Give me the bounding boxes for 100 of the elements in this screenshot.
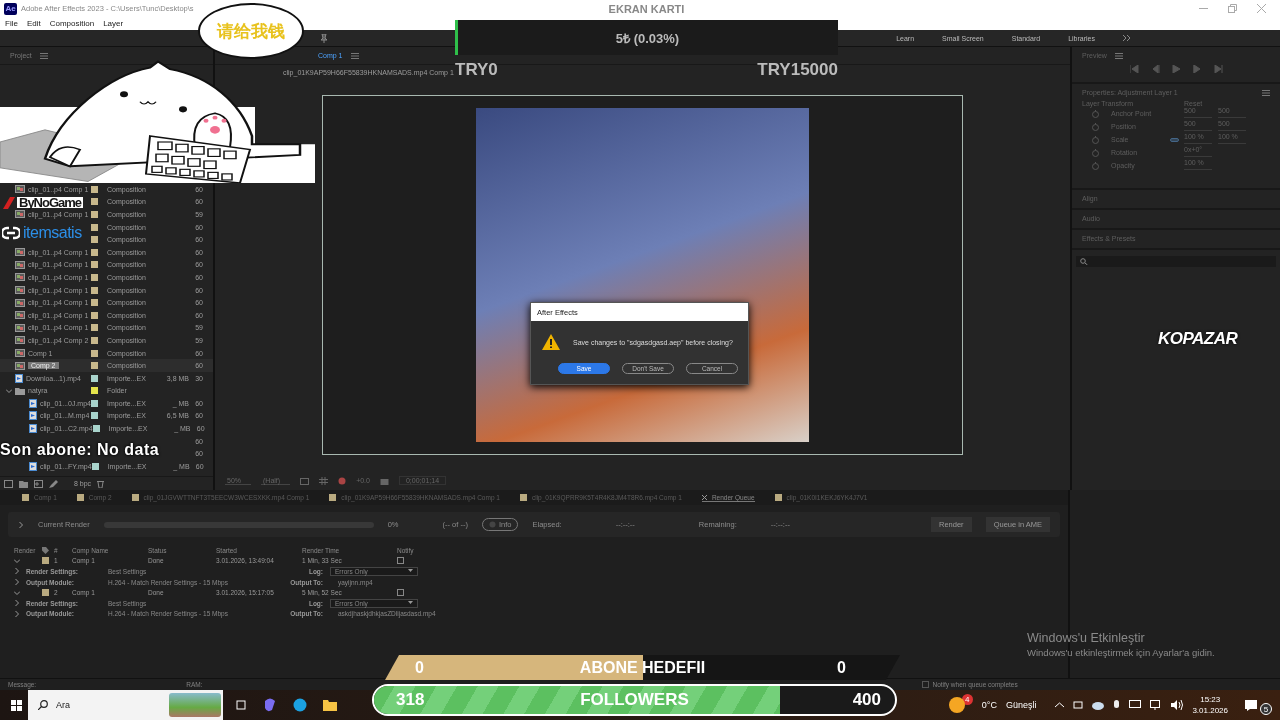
grid-icon[interactable] xyxy=(319,476,329,485)
composition-icon xyxy=(15,298,25,307)
close-icon[interactable] xyxy=(701,494,707,500)
label-swatch xyxy=(329,494,337,501)
panel-menu-icon[interactable] xyxy=(1114,52,1123,59)
pen-icon[interactable] xyxy=(49,479,58,488)
overlay-title: EKRAN KARTI xyxy=(607,3,686,15)
footage-icon xyxy=(29,424,37,434)
next-frame-icon[interactable] xyxy=(1192,65,1202,73)
interpret-icon[interactable] xyxy=(4,479,13,488)
notify-checkbox[interactable] xyxy=(397,589,404,597)
composition-icon xyxy=(15,248,25,257)
composition-icon xyxy=(15,336,25,345)
goal-max: TRY15000 xyxy=(756,60,838,80)
activation-title: Windows'u Etkinleştir xyxy=(1027,631,1146,645)
weather-text[interactable]: Güneşli xyxy=(1005,700,1037,710)
goal-target: 400 xyxy=(852,690,881,710)
windows-start-icon[interactable] xyxy=(11,699,22,711)
goal-label: ABONE HEDEFII xyxy=(579,658,706,677)
notification-count: 5 xyxy=(1260,703,1272,715)
chevron-up-icon[interactable] xyxy=(1055,702,1065,708)
folder-icon[interactable] xyxy=(323,699,337,711)
previous-frame-icon[interactable] xyxy=(1150,65,1160,73)
menu-item[interactable]: File xyxy=(5,19,18,28)
camera-icon[interactable] xyxy=(1073,700,1084,710)
link-icon[interactable] xyxy=(1170,137,1179,142)
pin-icon[interactable] xyxy=(320,33,328,43)
caret-icon xyxy=(408,601,413,606)
network-icon[interactable] xyxy=(1150,700,1163,710)
search-icon xyxy=(38,700,48,710)
notify-checkbox[interactable] xyxy=(922,681,930,688)
app-logo: Ae xyxy=(4,2,17,15)
composition-icon xyxy=(15,286,25,295)
notification-center-icon[interactable] xyxy=(1245,699,1257,711)
first-frame-icon[interactable] xyxy=(1129,65,1139,73)
composition-icon xyxy=(15,361,25,370)
chevron-icon[interactable] xyxy=(18,521,24,528)
caret-icon xyxy=(408,569,413,574)
sponsor-logo-text: itemsatis xyxy=(23,224,82,242)
search-highlight-picture xyxy=(169,693,221,717)
panel-menu-icon[interactable] xyxy=(350,52,359,59)
goal-current: 318 xyxy=(396,690,425,710)
stopwatch-icon[interactable] xyxy=(1092,148,1099,157)
label-swatch xyxy=(519,494,527,501)
composition-icon xyxy=(15,323,25,332)
label-swatch xyxy=(22,494,29,501)
footage-icon xyxy=(29,411,37,421)
chevron-icon[interactable] xyxy=(6,387,12,394)
menu-item[interactable]: Composition xyxy=(49,19,95,28)
search-icon xyxy=(1080,258,1088,265)
clock[interactable]: 15:23 3.01.2026 xyxy=(1192,694,1228,716)
more-icon[interactable] xyxy=(1123,35,1130,41)
composition-icon xyxy=(15,185,25,194)
weather-temperature[interactable]: 0°C xyxy=(981,700,997,710)
stopwatch-icon[interactable] xyxy=(1092,122,1099,131)
stopwatch-icon[interactable] xyxy=(1092,161,1099,170)
label-swatch xyxy=(42,589,49,597)
info-icon xyxy=(488,521,496,528)
composition-icon xyxy=(15,311,25,320)
search-field[interactable]: Ara xyxy=(28,690,223,720)
task-view-icon[interactable] xyxy=(235,699,247,711)
search-placeholder: Ara xyxy=(56,700,70,710)
cloud-icon[interactable] xyxy=(1092,700,1105,710)
notify-checkbox[interactable] xyxy=(397,557,404,565)
restore-icon[interactable] xyxy=(1228,4,1237,13)
last-frame-icon[interactable] xyxy=(1213,65,1223,73)
goal-label: FOLLOWERS xyxy=(580,690,689,710)
trash-icon[interactable] xyxy=(97,479,105,488)
link-icon xyxy=(2,226,20,240)
composition-icon xyxy=(15,273,25,282)
menu-item[interactable]: Layer xyxy=(103,19,124,28)
search-field[interactable] xyxy=(1076,256,1276,267)
speaker-icon[interactable] xyxy=(1171,700,1184,710)
menu-item[interactable]: Edit xyxy=(26,19,41,28)
goal-current: 0 xyxy=(415,658,424,677)
stopwatch-icon[interactable] xyxy=(1092,109,1099,118)
browser-icon[interactable] xyxy=(293,698,307,712)
warning-icon xyxy=(541,333,561,351)
clock-time: 15:23 xyxy=(1200,694,1221,705)
goal-target: 0 xyxy=(837,658,846,677)
goal-min: TRY0 xyxy=(455,60,498,80)
composition-icon xyxy=(15,260,25,269)
stopwatch-icon[interactable] xyxy=(1092,135,1099,144)
microphone-icon[interactable] xyxy=(1113,699,1121,711)
display-icon[interactable] xyxy=(1129,700,1142,710)
tag-icon xyxy=(42,546,49,554)
snapshot-icon[interactable] xyxy=(300,476,310,485)
brand-logo: KOPAZAR xyxy=(1158,329,1238,349)
folder-icon xyxy=(15,386,25,395)
new-composition-icon[interactable] xyxy=(34,479,43,488)
notification-badge: 4 xyxy=(961,693,973,705)
panel-menu-icon[interactable] xyxy=(39,52,48,59)
label-swatch xyxy=(42,557,49,565)
panel-menu-icon[interactable] xyxy=(1262,89,1270,96)
last-subscriber-text: Son abone: No data xyxy=(0,441,160,459)
weather-icon[interactable] xyxy=(948,697,965,713)
copilot-icon[interactable] xyxy=(263,698,277,712)
folder-icon[interactable] xyxy=(19,479,28,488)
footage-icon xyxy=(15,373,23,383)
play-icon[interactable] xyxy=(1171,65,1181,73)
